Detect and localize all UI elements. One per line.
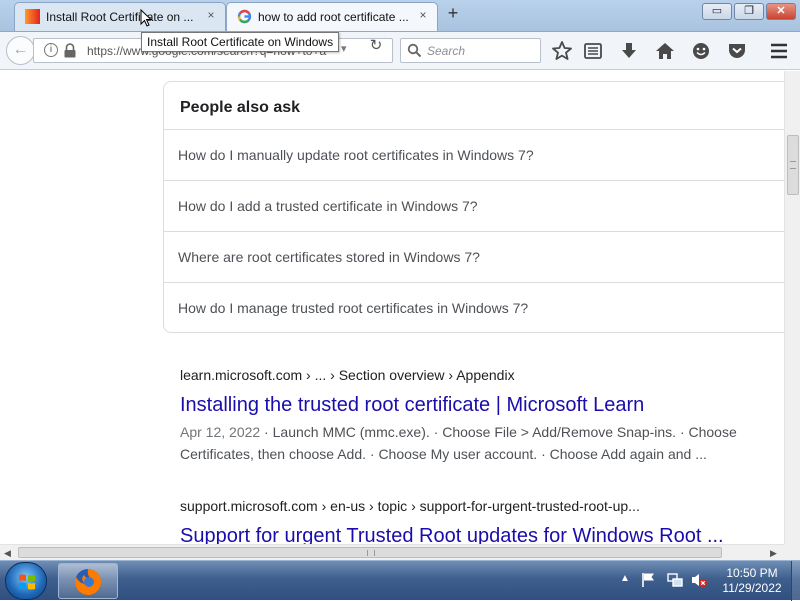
action-center-flag-icon[interactable] bbox=[640, 571, 658, 589]
taskbar: ▲ 10:50 PM 11/29/2022 bbox=[0, 560, 800, 601]
paa-question-text[interactable]: How do I add a trusted certificate in Wi… bbox=[178, 198, 478, 214]
system-clock[interactable]: 10:50 PM 11/29/2022 bbox=[716, 566, 788, 596]
result-snippet-line: Certificates, then choose Add. · Choose … bbox=[180, 446, 707, 462]
home-icon[interactable] bbox=[654, 40, 676, 62]
new-tab-button[interactable]: + bbox=[443, 3, 463, 24]
reading-list-icon[interactable] bbox=[582, 40, 604, 62]
search-placeholder: Search bbox=[427, 44, 466, 58]
paa-question[interactable]: How do I manage trusted root certificate… bbox=[164, 282, 784, 333]
tab-close-icon[interactable]: × bbox=[203, 8, 219, 22]
people-also-ask-heading: People also ask bbox=[180, 99, 301, 116]
reload-button[interactable]: ↻ bbox=[366, 36, 386, 54]
show-desktop-button[interactable] bbox=[791, 561, 800, 601]
paa-question[interactable]: Where are root certificates stored in Wi… bbox=[164, 231, 784, 282]
start-button[interactable] bbox=[5, 562, 47, 600]
result-title-link[interactable]: Installing the trusted root certificate … bbox=[180, 394, 644, 417]
vertical-scroll-thumb[interactable] bbox=[787, 135, 799, 195]
maximize-button[interactable]: ❐ bbox=[734, 3, 764, 20]
windows-logo-icon bbox=[19, 574, 35, 590]
result-breadcrumb[interactable]: support.microsoft.com › en-us › topic › … bbox=[180, 498, 780, 514]
mouse-cursor-icon bbox=[140, 9, 153, 27]
back-button[interactable]: ← bbox=[6, 36, 35, 65]
download-icon[interactable] bbox=[618, 40, 640, 62]
clock-time: 10:50 PM bbox=[726, 566, 778, 580]
hamburger-menu-icon[interactable] bbox=[768, 40, 790, 62]
url-dropdown-icon[interactable]: ▾ bbox=[341, 42, 347, 55]
pocket-icon[interactable] bbox=[726, 40, 748, 62]
minimize-button[interactable]: ▭ bbox=[702, 3, 732, 20]
result-snippet: Apr 12, 2022 · Launch MMC (mmc.exe). · C… bbox=[180, 424, 737, 462]
scroll-left-arrow-icon[interactable]: ◀ bbox=[4, 548, 11, 559]
scroll-right-arrow-icon[interactable]: ▶ bbox=[770, 548, 777, 559]
result-breadcrumb[interactable]: learn.microsoft.com › ... › Section over… bbox=[180, 367, 780, 383]
volume-muted-icon[interactable] bbox=[690, 571, 708, 589]
scroll-grip-icon bbox=[790, 161, 796, 169]
horizontal-scroll-thumb[interactable] bbox=[18, 547, 722, 558]
result-date: Apr 12, 2022 bbox=[180, 424, 261, 440]
tab-google-search[interactable]: how to add root certificate ... × bbox=[226, 2, 438, 31]
tab-label: Install Root Certificate on ... bbox=[46, 10, 194, 24]
clock-date: 11/29/2022 bbox=[722, 581, 782, 595]
close-window-button[interactable]: ✕ bbox=[766, 3, 796, 20]
tab-tooltip: Install Root Certificate on Windows bbox=[141, 32, 340, 52]
show-hidden-icons-button[interactable]: ▲ bbox=[620, 573, 630, 584]
vertical-scrollbar[interactable] bbox=[784, 71, 800, 544]
scroll-grip-icon bbox=[367, 550, 375, 556]
lock-icon[interactable] bbox=[63, 43, 77, 58]
paa-question-text[interactable]: How do I manually update root certificat… bbox=[178, 147, 534, 163]
people-also-ask-box: People also ask How do I manually update… bbox=[163, 81, 784, 333]
google-favicon-icon bbox=[237, 9, 252, 24]
page-content: People also ask How do I manually update… bbox=[0, 71, 784, 544]
paa-question[interactable]: How do I manually update root certificat… bbox=[164, 129, 784, 180]
site-favicon-icon bbox=[25, 9, 40, 24]
result-title-link[interactable]: Support for urgent Trusted Root updates … bbox=[180, 525, 724, 544]
network-icon[interactable] bbox=[666, 571, 684, 589]
scrollbar-corner bbox=[784, 544, 800, 560]
search-result: support.microsoft.com › en-us › topic › … bbox=[180, 498, 780, 544]
tab-strip: Install Root Certificate on ... × how to… bbox=[0, 0, 800, 32]
tab-install-root-certificate[interactable]: Install Root Certificate on ... × bbox=[14, 2, 226, 31]
paa-question-text[interactable]: How do I manage trusted root certificate… bbox=[178, 300, 528, 316]
bookmark-star-icon[interactable] bbox=[551, 40, 573, 62]
info-icon[interactable]: i bbox=[44, 43, 58, 57]
tab-label: how to add root certificate ... bbox=[258, 10, 409, 24]
search-input[interactable]: Search bbox=[400, 38, 541, 63]
tab-close-icon[interactable]: × bbox=[415, 8, 431, 22]
firefox-icon bbox=[75, 569, 101, 595]
smiley-feedback-icon[interactable] bbox=[690, 40, 712, 62]
taskbar-firefox-button[interactable] bbox=[58, 563, 118, 599]
horizontal-scrollbar[interactable]: ◀ ▶ bbox=[0, 544, 784, 560]
search-icon bbox=[407, 43, 422, 58]
search-result: learn.microsoft.com › ... › Section over… bbox=[180, 367, 780, 462]
navigation-toolbar: ← i https://www.google.com/search?q=how+… bbox=[0, 32, 800, 70]
paa-question[interactable]: How do I add a trusted certificate in Wi… bbox=[164, 180, 784, 231]
paa-question-text[interactable]: Where are root certificates stored in Wi… bbox=[178, 249, 480, 265]
result-snippet-line: Launch MMC (mmc.exe). · Choose File > Ad… bbox=[272, 424, 737, 440]
